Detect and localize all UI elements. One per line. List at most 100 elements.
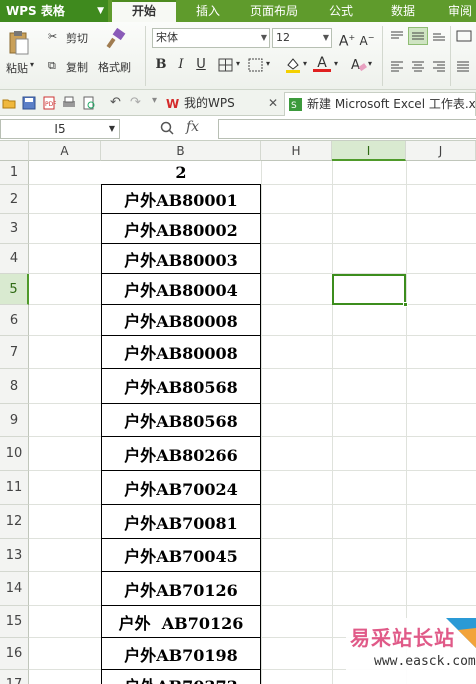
cell-b[interactable]: 户外AB70373 bbox=[101, 670, 261, 684]
row-header[interactable]: 8 bbox=[0, 369, 29, 404]
save-icon[interactable] bbox=[22, 96, 36, 110]
cut-icon[interactable]: ✂ bbox=[48, 30, 57, 43]
row-header[interactable]: 7 bbox=[0, 336, 29, 369]
row-header[interactable]: 17 bbox=[0, 670, 29, 684]
cell-b[interactable]: 户外AB80568 bbox=[101, 404, 261, 437]
insert-function-button[interactable]: fx bbox=[186, 119, 199, 135]
justify-icon[interactable] bbox=[456, 60, 470, 72]
cell-b[interactable]: 户外AB80001 bbox=[101, 185, 261, 214]
font-name-select[interactable]: 宋体 ▼ bbox=[152, 28, 270, 48]
search-icon[interactable] bbox=[160, 121, 174, 135]
chevron-down-icon[interactable]: ▾ bbox=[303, 59, 307, 68]
print-preview-icon[interactable] bbox=[82, 96, 96, 110]
row-header[interactable]: 15 bbox=[0, 606, 29, 638]
align-top-icon[interactable] bbox=[390, 30, 404, 42]
font-color-icon[interactable]: A bbox=[313, 54, 331, 72]
tab-my-wps[interactable]: W 我的WPS ✕ bbox=[162, 92, 282, 116]
font-name-value: 宋体 bbox=[156, 31, 178, 44]
row-header[interactable]: 4 bbox=[0, 244, 29, 274]
align-right-icon[interactable] bbox=[432, 60, 446, 72]
format-painter-icon[interactable] bbox=[106, 28, 128, 50]
paste-label[interactable]: 粘贴 bbox=[6, 60, 28, 76]
italic-button[interactable]: I bbox=[172, 56, 190, 74]
chevron-down-icon[interactable]: ▾ bbox=[266, 59, 270, 68]
redo-icon[interactable]: ↷ bbox=[130, 95, 141, 110]
row-header[interactable]: 1 bbox=[0, 161, 29, 185]
row-header[interactable]: 16 bbox=[0, 638, 29, 670]
tab-insert[interactable]: 插入 bbox=[180, 0, 236, 22]
align-bottom-icon[interactable] bbox=[432, 30, 446, 42]
wrap-text-icon[interactable] bbox=[456, 30, 472, 42]
row-header[interactable]: 9 bbox=[0, 404, 29, 437]
column-header-j[interactable]: J bbox=[406, 141, 476, 161]
column-header-a[interactable]: A bbox=[29, 141, 101, 161]
cell-b[interactable]: 户外AB80004 bbox=[101, 274, 261, 305]
select-all-corner[interactable] bbox=[0, 141, 29, 161]
cell-b[interactable]: 户外AB80003 bbox=[101, 244, 261, 274]
tab-data[interactable]: 数据 bbox=[378, 0, 428, 22]
column-header-i[interactable]: I bbox=[332, 141, 406, 161]
bold-button[interactable]: B bbox=[152, 56, 170, 74]
customize-toolbar-icon[interactable]: ▾ bbox=[152, 95, 157, 106]
align-center-icon[interactable] bbox=[411, 60, 425, 72]
tab-review[interactable]: 审阅 bbox=[440, 0, 476, 22]
row-header[interactable]: 10 bbox=[0, 437, 29, 471]
formula-input[interactable] bbox=[218, 119, 476, 139]
chevron-down-icon[interactable]: ▾ bbox=[334, 59, 338, 68]
cell-b[interactable]: 2 bbox=[101, 161, 261, 185]
copy-button[interactable]: 复制 bbox=[66, 59, 88, 75]
row-header[interactable]: 13 bbox=[0, 539, 29, 572]
cell-b[interactable]: 户外AB80008 bbox=[101, 305, 261, 336]
tab-start[interactable]: 开始 bbox=[112, 0, 176, 22]
cell-b[interactable]: 户外AB70081 bbox=[101, 505, 261, 539]
cell-b[interactable]: 户外AB70045 bbox=[101, 539, 261, 572]
close-icon[interactable]: ✕ bbox=[268, 92, 278, 114]
border-icon[interactable] bbox=[218, 58, 234, 72]
cell-b[interactable]: 户外AB70198 bbox=[101, 638, 261, 670]
cell-b[interactable]: 户外AB80002 bbox=[101, 214, 261, 244]
fill-handle[interactable] bbox=[403, 302, 408, 307]
print-icon[interactable] bbox=[62, 96, 76, 110]
open-folder-icon[interactable] bbox=[2, 96, 16, 110]
align-middle-button[interactable] bbox=[408, 27, 428, 45]
cell-b[interactable]: 户外AB70126 bbox=[101, 572, 261, 606]
spreadsheet-grid[interactable]: A B H I J 1 2 2 户外AB80001 3 户外AB80002 4 户外AB800… bbox=[0, 141, 476, 684]
paste-dropdown-icon[interactable]: ▾ bbox=[30, 60, 34, 69]
row-header[interactable]: 2 bbox=[0, 185, 29, 214]
clear-format-icon[interactable]: A bbox=[350, 56, 368, 74]
cut-button[interactable]: 剪切 bbox=[66, 30, 88, 46]
grow-font-icon[interactable]: A+ bbox=[338, 29, 356, 50]
chevron-down-icon[interactable]: ▾ bbox=[368, 59, 372, 68]
align-left-icon[interactable] bbox=[390, 60, 404, 72]
column-header-b[interactable]: B bbox=[101, 141, 261, 161]
row-header[interactable]: 6 bbox=[0, 305, 29, 336]
tab-page-layout[interactable]: 页面布局 bbox=[240, 0, 308, 22]
shrink-font-icon[interactable]: A− bbox=[358, 29, 376, 48]
cell-b[interactable]: 户外AB80568 bbox=[101, 369, 261, 404]
underline-button[interactable]: U bbox=[192, 56, 210, 74]
row-header[interactable]: 12 bbox=[0, 505, 29, 539]
active-cell-i5[interactable] bbox=[332, 274, 408, 307]
format-painter-button[interactable]: 格式刷 bbox=[98, 59, 131, 75]
row-header[interactable]: 11 bbox=[0, 471, 29, 505]
copy-icon[interactable]: ⧉ bbox=[48, 59, 56, 73]
row-header[interactable]: 14 bbox=[0, 572, 29, 606]
app-menu-button[interactable]: WPS 表格 ▼ bbox=[0, 0, 108, 22]
cell-b[interactable]: 户外AB80008 bbox=[101, 336, 261, 369]
row-header[interactable]: 5 bbox=[0, 274, 29, 305]
column-header-h[interactable]: H bbox=[261, 141, 332, 161]
tab-formula[interactable]: 公式 bbox=[316, 0, 366, 22]
paste-icon[interactable] bbox=[8, 30, 30, 56]
chevron-down-icon[interactable]: ▾ bbox=[236, 59, 240, 68]
fill-color-icon[interactable] bbox=[284, 56, 302, 74]
cell-b[interactable]: 户外AB70024 bbox=[101, 471, 261, 505]
merge-cells-icon[interactable] bbox=[248, 58, 264, 72]
cell-b[interactable]: 户外 AB70126 bbox=[101, 606, 261, 638]
tab-current-workbook[interactable]: S 新建 Microsoft Excel 工作表.xl bbox=[284, 92, 476, 116]
row-header[interactable]: 3 bbox=[0, 214, 29, 244]
export-pdf-icon[interactable]: PDF bbox=[42, 96, 56, 110]
undo-icon[interactable]: ↶ bbox=[110, 95, 121, 110]
cell-b[interactable]: 户外AB80266 bbox=[101, 437, 261, 471]
name-box[interactable]: I5 ▼ bbox=[0, 119, 120, 139]
font-size-select[interactable]: 12 ▼ bbox=[272, 28, 332, 48]
